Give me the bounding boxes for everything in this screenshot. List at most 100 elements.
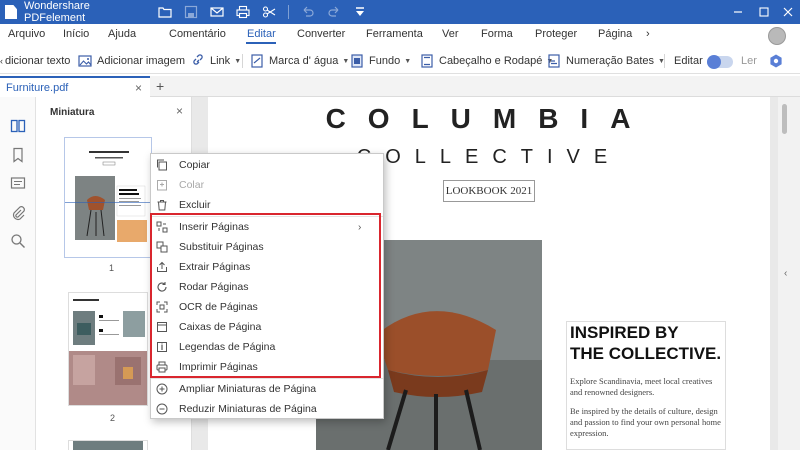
header-footer-button[interactable]: Cabeçalho e Rodapé ▼	[419, 52, 553, 70]
app-logo-icon	[0, 0, 22, 24]
menu-item-enlarge-thumbnails[interactable]: Ampliar Miniaturas de Página	[151, 379, 383, 399]
menu-item-paste[interactable]: Colar	[151, 175, 383, 195]
edit-read-toggle[interactable]	[707, 55, 733, 69]
menu-item-rotate-pages[interactable]: Rodar Páginas	[151, 277, 383, 297]
close-icon[interactable]	[776, 0, 800, 24]
background-button[interactable]: Fundo ▼	[349, 52, 411, 70]
menu-ver[interactable]: Ver	[442, 28, 459, 40]
quick-access-toolbar	[152, 0, 373, 24]
attachment-icon[interactable]	[8, 203, 28, 223]
avatar[interactable]	[768, 27, 786, 45]
menu-item-enlarge-thumbnails-label: Ampliar Miniaturas de Página	[179, 383, 317, 395]
add-tab-button[interactable]: +	[156, 78, 164, 94]
quick-access-dropdown-icon[interactable]	[347, 0, 373, 24]
menu-item-ocr-pages[interactable]: OCR de Páginas	[151, 297, 383, 317]
menu-item-rotate-pages-label: Rodar Páginas	[179, 281, 249, 293]
header-footer-icon	[419, 53, 435, 69]
document-title: COLUMBIA	[325, 103, 653, 134]
menu-editar[interactable]: Editar	[247, 28, 276, 40]
rotate-icon	[155, 280, 169, 294]
add-image-button[interactable]: Adicionar imagem	[77, 52, 185, 70]
save-icon[interactable]	[178, 0, 204, 24]
thumbnails-icon[interactable]	[8, 116, 28, 136]
page-thumbnail-1-preview	[65, 151, 151, 242]
menu-arquivo[interactable]: Arquivo	[8, 28, 45, 40]
read-mode-label: Ler	[741, 55, 757, 67]
menu-item-delete[interactable]: Excluir	[151, 195, 383, 215]
page-thumbnail-3-preview	[73, 441, 143, 450]
bates-numbering-button[interactable]: Numeração Bates ▼	[546, 52, 665, 70]
maximize-icon[interactable]	[752, 0, 776, 24]
page-thumbnail-1[interactable]	[64, 137, 152, 258]
replace-pages-icon	[155, 240, 169, 254]
background-label: Fundo	[369, 55, 401, 67]
redo-icon[interactable]	[321, 0, 347, 24]
background-icon	[349, 53, 365, 69]
collapse-panel-arrow-icon[interactable]: ‹	[784, 268, 787, 279]
menu-more-arrow[interactable]: ›	[646, 28, 650, 40]
page-thumbnail-2[interactable]	[68, 292, 148, 406]
menu-item-delete-label: Excluir	[179, 199, 211, 211]
menu-item-replace-pages[interactable]: Substituir Páginas	[151, 237, 383, 257]
toolbar-separator	[664, 54, 665, 68]
thumbnail-panel-title: Miniatura	[50, 107, 95, 118]
menu-item-page-labels[interactable]: Legendas de Página	[151, 337, 383, 357]
mail-icon[interactable]	[204, 0, 230, 24]
menu-item-insert-pages[interactable]: Inserir Páginas ›	[151, 217, 383, 237]
menu-item-page-boxes-label: Caixas de Página	[179, 321, 262, 333]
add-text-button[interactable]: ‹ dicionar texto	[0, 52, 70, 70]
menu-converter[interactable]: Converter	[297, 28, 345, 40]
edit-mode-label: Editar	[674, 55, 703, 67]
link-button[interactable]: Link ▼	[190, 52, 241, 70]
document-tab-label: Furniture.pdf	[6, 81, 69, 94]
folder-icon[interactable]	[152, 0, 178, 24]
close-tab-icon[interactable]: ×	[135, 81, 142, 95]
extract-pages-icon	[155, 260, 169, 274]
menu-item-print-pages[interactable]: Imprimir Páginas	[151, 357, 383, 377]
comment-icon[interactable]	[8, 174, 28, 194]
copy-icon	[155, 158, 169, 172]
menu-comentario[interactable]: Comentário	[169, 28, 226, 40]
sidebar-rail	[0, 97, 36, 450]
minimize-icon[interactable]	[726, 0, 750, 24]
scrollbar-thumb[interactable]	[782, 104, 787, 134]
insert-pages-icon	[155, 220, 169, 234]
menu-item-print-pages-label: Imprimir Páginas	[179, 361, 258, 373]
watermark-icon	[249, 53, 265, 69]
print-icon	[155, 360, 169, 374]
vertical-scrollbar[interactable]	[778, 97, 800, 450]
watermark-button[interactable]: Marca d' água ▼	[249, 52, 349, 70]
menu-ferramenta[interactable]: Ferramenta	[366, 28, 423, 40]
title-bar: Wondershare PDFelement	[0, 0, 800, 24]
document-tab[interactable]: Furniture.pdf ×	[0, 76, 150, 97]
page-thumbnail-3[interactable]	[68, 440, 148, 450]
watermark-label: Marca d' água	[269, 55, 339, 67]
menu-item-extract-pages[interactable]: Extrair Páginas	[151, 257, 383, 277]
page-thumbnail-2-preview	[69, 299, 147, 405]
menu-pagina[interactable]: Página	[598, 28, 632, 40]
menu-item-reduce-thumbnails[interactable]: Reduzir Miniaturas de Página	[151, 399, 383, 419]
bates-numbering-label: Numeração Bates	[566, 55, 655, 67]
menu-proteger[interactable]: Proteger	[535, 28, 577, 40]
menu-forma[interactable]: Forma	[481, 28, 513, 40]
toolbar-separator	[242, 54, 243, 68]
menu-inicio[interactable]: Início	[63, 28, 89, 40]
scissors-icon[interactable]	[256, 0, 282, 24]
header-footer-label: Cabeçalho e Rodapé	[439, 55, 543, 67]
undo-icon[interactable]	[295, 0, 321, 24]
menu-item-page-boxes[interactable]: Caixas de Página	[151, 317, 383, 337]
edit-toolbar: ‹ dicionar texto Adicionar imagem Link ▼…	[0, 48, 800, 74]
background-dropdown-icon: ▼	[404, 57, 412, 65]
page-number-1: 1	[109, 263, 115, 273]
menu-item-copy-label: Copiar	[179, 159, 210, 171]
bookmark-icon[interactable]	[8, 145, 28, 165]
close-thumbnail-panel-icon[interactable]: ×	[176, 104, 183, 118]
print-icon[interactable]	[230, 0, 256, 24]
menu-item-replace-pages-label: Substituir Páginas	[179, 241, 264, 253]
settings-hex-button[interactable]	[768, 52, 788, 70]
menu-item-copy[interactable]: Copiar	[151, 155, 383, 175]
menu-ajuda[interactable]: Ajuda	[108, 28, 136, 40]
search-icon[interactable]	[8, 231, 28, 251]
menu-item-paste-label: Colar	[179, 179, 205, 191]
paste-icon	[155, 178, 169, 192]
